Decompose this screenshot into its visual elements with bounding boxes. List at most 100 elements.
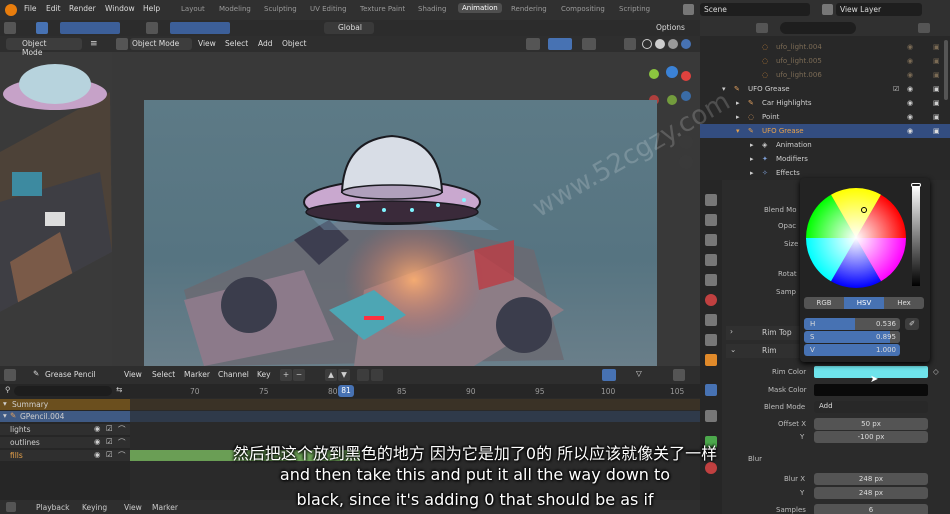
eye-icon[interactable]: ◉: [94, 424, 101, 433]
add-layer-icon[interactable]: +: [280, 369, 292, 381]
scene-tab-icon[interactable]: [705, 274, 717, 286]
visibility-icon[interactable]: [526, 38, 540, 50]
menu-object[interactable]: Object: [282, 39, 306, 48]
world-tab-icon[interactable]: [705, 294, 717, 306]
value-slider-handle[interactable]: [911, 183, 921, 187]
filter-icon[interactable]: ▽: [636, 369, 642, 378]
shader-fx-tab-icon[interactable]: [705, 384, 717, 396]
view-layer-icon[interactable]: [822, 4, 833, 15]
outliner-row[interactable]: ▸ ◌ Point ◉ ▣: [700, 110, 950, 124]
menu-file[interactable]: File: [24, 4, 37, 13]
tab-modeling[interactable]: Modeling: [219, 5, 251, 13]
channel-object[interactable]: ▾ ✎ GPencil.004: [0, 411, 130, 422]
camera-render-icon[interactable]: ▣: [933, 68, 940, 82]
menu-edit[interactable]: Edit: [46, 4, 61, 13]
outliner-search-input[interactable]: [780, 22, 856, 34]
expand-arrow-icon[interactable]: ▸: [750, 138, 754, 152]
menu-channel[interactable]: Channel: [218, 370, 249, 379]
move-down-icon[interactable]: ▼: [338, 369, 350, 381]
checkbox-icon[interactable]: ☑: [106, 424, 113, 433]
remove-layer-icon[interactable]: −: [293, 369, 305, 381]
lock-icon[interactable]: [357, 369, 369, 381]
mode-tab-rgb[interactable]: RGB: [804, 297, 844, 309]
outliner-row[interactable]: ▾ ✎ UFO Grease ☑ ◉ ▣: [700, 82, 950, 96]
menu-marker[interactable]: Marker: [184, 370, 210, 379]
select-cursor-icon[interactable]: [602, 369, 616, 381]
scene-icon[interactable]: [683, 4, 694, 15]
select-mode-icons[interactable]: [60, 22, 120, 34]
mode-dropdown[interactable]: Object Mode: [6, 38, 82, 57]
snap-icon[interactable]: [673, 369, 685, 381]
overlay-toggle-icon[interactable]: [582, 38, 596, 50]
eye-icon[interactable]: ◉: [907, 54, 913, 68]
mode-tab-hsv[interactable]: HSV: [844, 297, 884, 309]
v-slider[interactable]: V 1.000: [804, 344, 900, 356]
tab-compositing[interactable]: Compositing: [561, 5, 605, 13]
render-tab-icon[interactable]: [705, 214, 717, 226]
eye-icon[interactable]: ◉: [907, 40, 913, 54]
camera-render-icon[interactable]: ▣: [933, 82, 940, 96]
outliner-row[interactable]: ◌ ufo_light.005 ◉ ▣: [700, 54, 950, 68]
expand-arrow-icon[interactable]: ▸: [736, 96, 740, 110]
object-tab-icon-2[interactable]: [705, 334, 717, 346]
select-tool-icon[interactable]: [4, 22, 16, 34]
scene-name[interactable]: Scene: [700, 3, 810, 16]
expand-arrow-icon[interactable]: ▸: [736, 110, 740, 124]
tab-uv-editing[interactable]: UV Editing: [310, 5, 347, 13]
expand-arrow-icon[interactable]: ▾: [736, 124, 740, 138]
camera-render-icon[interactable]: ▣: [933, 110, 940, 124]
camera-render-icon[interactable]: ▣: [933, 40, 940, 54]
gizmo-toggle-icon[interactable]: [548, 38, 572, 50]
camera-render-icon[interactable]: ▣: [933, 54, 940, 68]
solid-shading-icon[interactable]: [655, 39, 665, 49]
tab-layout[interactable]: Layout: [181, 5, 205, 13]
eye-icon[interactable]: ◉: [907, 124, 913, 138]
select-box-icon[interactable]: [36, 22, 48, 34]
move-up-icon[interactable]: ▲: [325, 369, 337, 381]
onion-skin-icon[interactable]: ⌒: [118, 424, 126, 435]
tool-tab-icon[interactable]: [705, 194, 717, 206]
editor-type-icon[interactable]: [4, 369, 16, 381]
editor-type-icon[interactable]: [116, 38, 128, 50]
current-frame-indicator[interactable]: 81: [338, 385, 354, 397]
expand-arrow-icon[interactable]: ▸: [750, 152, 754, 166]
eye-icon[interactable]: ◉: [907, 110, 913, 124]
eye-icon[interactable]: ◉: [907, 68, 913, 82]
tab-rendering[interactable]: Rendering: [511, 5, 547, 13]
rendered-shading-icon[interactable]: [681, 39, 691, 49]
s-slider[interactable]: S 0.895: [804, 331, 900, 343]
left-viewport[interactable]: Object Mode ≡: [0, 36, 112, 366]
checkbox-icon[interactable]: ☑: [893, 82, 899, 96]
menu-select[interactable]: Select: [225, 39, 248, 48]
transform-orientation-dropdown[interactable]: Global: [324, 22, 374, 34]
hamburger-menu-icon[interactable]: ≡: [90, 39, 98, 49]
expand-arrow-icon[interactable]: ▸: [750, 166, 754, 180]
menu-help[interactable]: Help: [143, 4, 160, 13]
hsv-color-wheel[interactable]: [804, 186, 908, 290]
rim-top-panel-header[interactable]: › Rim Top: [726, 326, 802, 340]
outliner-scrollbar[interactable]: [944, 40, 948, 100]
blender-logo-icon[interactable]: [5, 4, 17, 16]
outliner-row[interactable]: ◌ ufo_light.004 ◉ ▣: [700, 40, 950, 54]
filter-icon[interactable]: [918, 23, 930, 33]
menu-view[interactable]: View: [124, 370, 142, 379]
outliner-row[interactable]: ▸ ✦ Modifiers: [700, 152, 950, 166]
object-mode-dropdown[interactable]: Object Mode: [130, 38, 192, 50]
value-slider[interactable]: [912, 186, 920, 286]
keyframe-diamond-icon[interactable]: ◇: [933, 367, 939, 376]
outliner-row[interactable]: ▸ ◈ Animation: [700, 138, 950, 152]
menu-render[interactable]: Render: [69, 4, 96, 13]
outliner-row[interactable]: ◌ ufo_light.006 ◉ ▣: [700, 68, 950, 82]
view-layer-name[interactable]: View Layer: [836, 3, 922, 16]
main-viewport[interactable]: Object Mode View Select Add Object: [112, 36, 700, 366]
tab-animation[interactable]: Animation: [458, 3, 502, 13]
object-tab-icon[interactable]: [705, 314, 717, 326]
outliner-row-selected[interactable]: ▾ ✎ UFO Grease ◉ ▣: [700, 124, 950, 138]
camera-render-icon[interactable]: ▣: [933, 124, 940, 138]
menu-view[interactable]: View: [198, 39, 216, 48]
offset-x-field[interactable]: 50 px: [814, 418, 928, 430]
onion-icon[interactable]: [371, 369, 383, 381]
output-tab-icon[interactable]: [705, 234, 717, 246]
outliner-row[interactable]: ▸ ✎ Car Highlights ◉ ▣: [700, 96, 950, 110]
tab-sculpting[interactable]: Sculpting: [264, 5, 297, 13]
